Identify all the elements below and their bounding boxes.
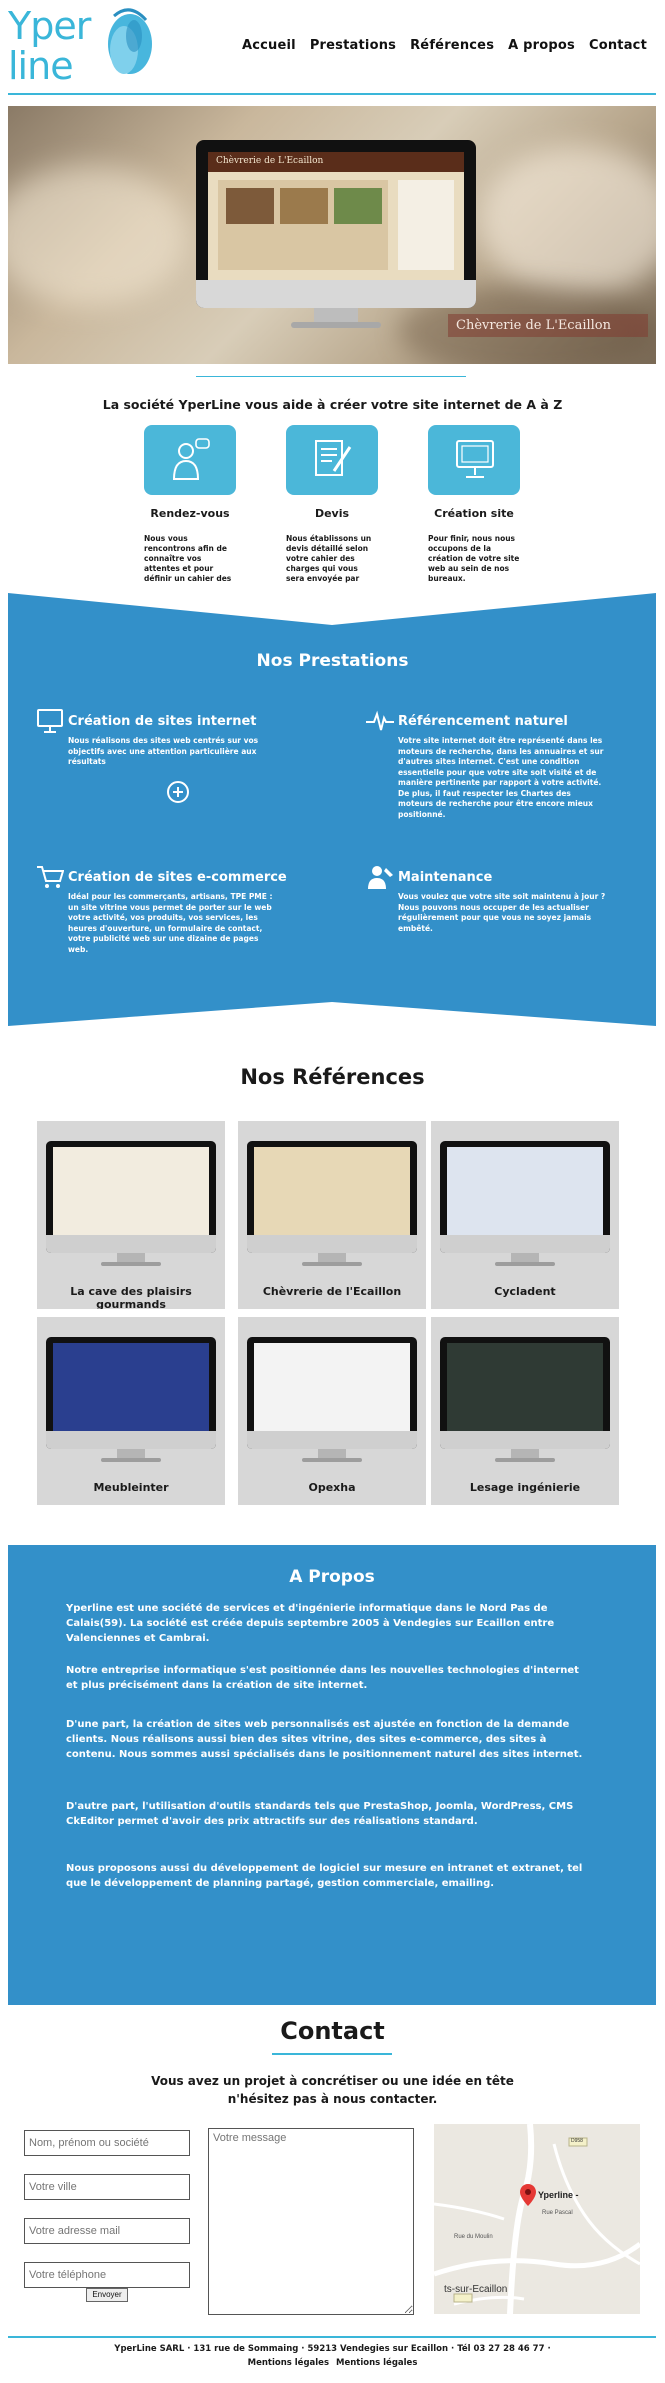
- location-map[interactable]: Yperline - D958 Rue Pascal Rue du Moulin…: [434, 2124, 640, 2314]
- intro-title: La société YperLine vous aide à créer vo…: [102, 397, 563, 412]
- hero-divider: [196, 376, 466, 377]
- feature-title: Devis: [314, 507, 350, 520]
- reference-card[interactable]: Meubleinter: [37, 1317, 225, 1505]
- apropos-paragraph: D'autre part, l'utilisation d'outils sta…: [66, 1801, 574, 1827]
- nav-prestations[interactable]: Prestations: [310, 38, 396, 53]
- email-field[interactable]: [24, 2218, 190, 2244]
- monitor-icon: [428, 425, 520, 495]
- plus-circle-icon[interactable]: [167, 781, 189, 803]
- reference-card[interactable]: Opexha: [238, 1317, 426, 1505]
- footer-legal-link[interactable]: Mentions légales: [336, 2358, 417, 2368]
- service-title: Création de sites e-commerce: [68, 870, 287, 885]
- main-nav: Accueil Prestations Références A propos …: [242, 38, 647, 53]
- cart-icon: [37, 866, 64, 888]
- reference-card[interactable]: La cave des plaisirs gourmands: [37, 1121, 225, 1309]
- computer-icon: [37, 709, 63, 733]
- service-text: Vous voulez que votre site soit maintenu…: [398, 892, 606, 933]
- name-field[interactable]: [24, 2130, 190, 2156]
- reference-label: Opexha: [308, 1481, 356, 1494]
- heartbeat-icon: [366, 710, 394, 731]
- header-divider: [8, 93, 656, 95]
- reference-screenshot: [447, 1343, 603, 1431]
- hero-slider[interactable]: Chèvrerie de L'Ecaillon Chèvrerie de L'E…: [8, 106, 656, 364]
- feature-devis: Devis Nous établissons un devis détaillé…: [286, 425, 396, 594]
- map-town-label: ts-sur-Ecaillon: [444, 2284, 508, 2295]
- contact-subtitle: Vous avez un projet à concrétiser ou une…: [151, 2074, 514, 2106]
- nav-references[interactable]: Références: [410, 38, 494, 53]
- hero-caption: Chèvrerie de L'Ecaillon: [448, 314, 648, 337]
- send-button[interactable]: Envoyer: [86, 2288, 128, 2302]
- service-title: Référencement naturel: [398, 714, 568, 729]
- prestations-top-notch: [8, 583, 656, 625]
- map-street-label: Rue du Moulin: [454, 2234, 493, 2240]
- maintenance-icon: [368, 866, 393, 889]
- reference-card[interactable]: Cycladent: [431, 1121, 619, 1309]
- footer-divider: [8, 2336, 656, 2338]
- reference-label: Meubleinter: [93, 1481, 169, 1494]
- feature-text: Nous vous rencontrons afin de connaître …: [144, 534, 232, 583]
- references-title: Nos Références: [240, 1065, 425, 1089]
- apropos-section: A Propos Yperline est une société de ser…: [8, 1545, 656, 2005]
- service-title: Maintenance: [398, 870, 493, 885]
- nav-contact[interactable]: Contact: [589, 38, 647, 53]
- nav-accueil[interactable]: Accueil: [242, 38, 296, 53]
- phone-field[interactable]: [24, 2262, 190, 2288]
- feature-title: Rendez-vous: [150, 507, 230, 520]
- feature-text: Pour finir, nous nous occupons de la cré…: [428, 534, 520, 583]
- service-text: Idéal pour les commerçants, artisans, TP…: [68, 892, 273, 954]
- prestations-bottom-notch: [8, 1002, 656, 1044]
- reference-card[interactable]: Chèvrerie de l'Ecaillon: [238, 1121, 426, 1309]
- feature-rendez-vous: Rendez-vous Nous vous rencontrons afin d…: [144, 425, 254, 584]
- city-field[interactable]: [24, 2174, 190, 2200]
- logo-swirl-icon: [108, 8, 152, 74]
- map-road-label: D958: [571, 2138, 583, 2144]
- message-field[interactable]: [208, 2128, 414, 2315]
- hero-screen-title: Chèvrerie de L'Ecaillon: [208, 152, 464, 172]
- reference-screenshot: [254, 1147, 410, 1235]
- service-text: Nous réalisons des sites web centrés sur…: [68, 736, 259, 766]
- footer-links: Mentions légales Mentions légales: [0, 2358, 665, 2368]
- nav-a-propos[interactable]: A propos: [508, 38, 575, 53]
- footer-legal-link[interactable]: Mentions légales: [248, 2358, 329, 2368]
- reference-label: La cave des plaisirs gourmands: [70, 1285, 192, 1309]
- reference-label: Chèvrerie de l'Ecaillon: [262, 1285, 402, 1298]
- apropos-paragraph: Notre entreprise informatique s'est posi…: [66, 1665, 579, 1691]
- reference-label: Cycladent: [494, 1285, 556, 1298]
- map-street-label: Rue Pascal: [542, 2210, 573, 2216]
- reference-card[interactable]: Lesage ingénierie: [431, 1317, 619, 1505]
- person-chat-icon: [144, 425, 236, 495]
- header: Yper line Accueil Prestations Références…: [0, 0, 665, 95]
- map-pin-icon[interactable]: [520, 2184, 536, 2206]
- feature-creation-site: Création site Pour finir, nous nous occu…: [428, 425, 538, 584]
- apropos-paragraph: D'une part, la création de sites web per…: [66, 1719, 583, 1760]
- service-text: Votre site internet doit être représenté…: [398, 736, 604, 819]
- map-place-label: Yperline -: [538, 2190, 579, 2200]
- reference-screenshot: [254, 1343, 410, 1431]
- contact-title: Contact: [280, 2017, 385, 2045]
- logo-text: Yper line: [8, 4, 91, 88]
- apropos-paragraph: Nous proposons aussi du développement de…: [66, 1863, 583, 1889]
- service-title: Création de sites internet: [68, 714, 257, 729]
- reference-screenshot: [53, 1147, 209, 1235]
- hero-monitor-image: Chèvrerie de L'Ecaillon: [196, 140, 476, 330]
- yperline-logo[interactable]: Yper line: [8, 6, 158, 88]
- footer-address: YperLine SARL · 131 rue de Sommaing · 59…: [114, 2344, 551, 2354]
- document-pen-icon: [286, 425, 378, 495]
- contact-divider: [272, 2053, 392, 2055]
- reference-label: Lesage ingénierie: [469, 1481, 581, 1494]
- reference-screenshot: [53, 1343, 209, 1431]
- feature-title: Création site: [434, 507, 514, 520]
- apropos-title: A Propos: [289, 1567, 375, 1587]
- apropos-paragraph: Yperline est une société de services et …: [66, 1603, 555, 1644]
- reference-screenshot: [447, 1147, 603, 1235]
- prestations-title: Nos Prestations: [256, 651, 409, 671]
